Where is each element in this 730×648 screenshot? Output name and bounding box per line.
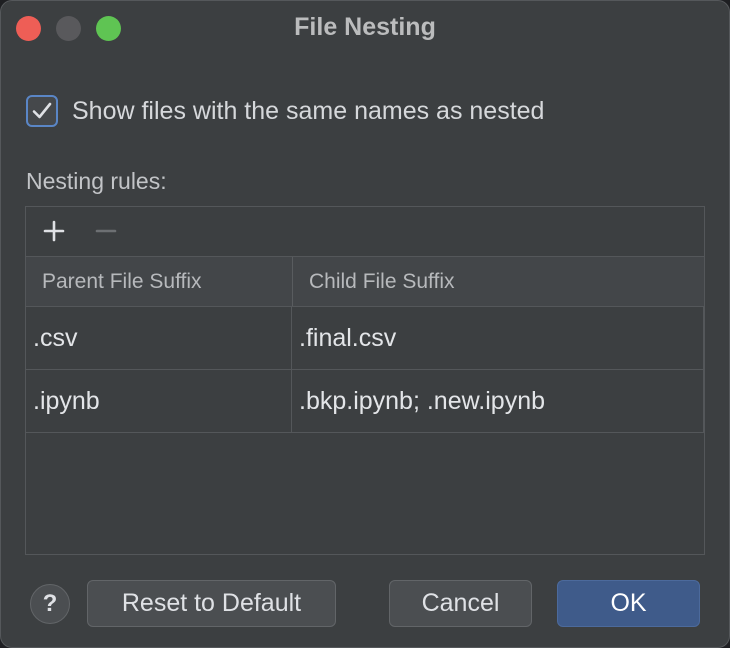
child-suffix-cell[interactable]: .final.csv <box>292 307 704 369</box>
help-button[interactable]: ? <box>30 584 70 624</box>
dialog-title: File Nesting <box>294 13 436 41</box>
plus-icon <box>43 220 65 242</box>
child-suffix-cell[interactable]: .bkp.ipynb; .new.ipynb <box>292 370 704 432</box>
table-row[interactable]: .csv .final.csv <box>26 307 704 370</box>
remove-rule-button[interactable] <box>90 215 122 247</box>
column-header-child-suffix[interactable]: Child File Suffix <box>293 257 704 306</box>
parent-suffix-cell[interactable]: .csv <box>26 307 292 369</box>
table-row[interactable]: .ipynb .bkp.ipynb; .new.ipynb <box>26 370 704 433</box>
parent-suffix-cell[interactable]: .ipynb <box>26 370 292 432</box>
nesting-rules-table: Parent File Suffix Child File Suffix .cs… <box>25 206 705 555</box>
minus-icon <box>95 229 117 233</box>
title-bar: File Nesting <box>1 1 729 57</box>
reset-to-default-button[interactable]: Reset to Default <box>87 580 336 627</box>
cancel-button[interactable]: Cancel <box>389 580 532 627</box>
table-header: Parent File Suffix Child File Suffix <box>26 257 704 307</box>
checkmark-icon <box>32 102 52 119</box>
table-toolbar <box>26 207 704 257</box>
column-header-parent-suffix[interactable]: Parent File Suffix <box>26 257 293 306</box>
ok-button[interactable]: OK <box>557 580 700 627</box>
show-nested-label[interactable]: Show files with the same names as nested <box>72 97 544 126</box>
show-nested-option[interactable]: Show files with the same names as nested <box>26 93 544 129</box>
show-nested-checkbox[interactable] <box>26 95 58 127</box>
nesting-rules-label: Nesting rules: <box>26 168 167 194</box>
add-rule-button[interactable] <box>38 215 70 247</box>
dialog-window: File Nesting Show files with the same na… <box>0 0 730 648</box>
